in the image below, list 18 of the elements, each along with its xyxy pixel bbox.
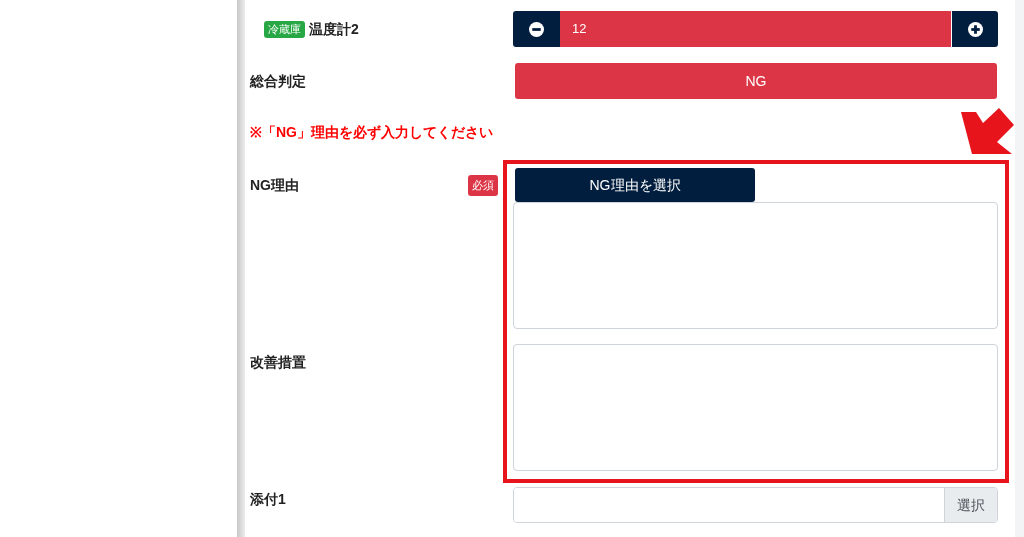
category-badge: 冷蔵庫 [264, 20, 305, 38]
text-area[interactable] [513, 202, 998, 329]
required-badge: 必須 [468, 174, 498, 196]
field-label: 温度計2 [309, 19, 359, 39]
field-label: NG理由 [250, 175, 299, 195]
value-field[interactable]: 12 [560, 11, 951, 47]
minus-circle-icon [529, 21, 544, 37]
plus-circle-icon [967, 21, 983, 37]
text-area[interactable] [513, 344, 998, 471]
field-label: 総合判定 [250, 71, 306, 91]
decrement-button[interactable] [513, 11, 560, 47]
arrow-icon [961, 107, 1015, 155]
select-button[interactable]: NG理由を選択 [515, 168, 755, 202]
result-bar: NG [515, 63, 997, 99]
field-label: 添付1 [250, 490, 286, 509]
increment-button[interactable] [951, 11, 998, 47]
warning-text: ※「NG」理由を必ず入力してください [250, 123, 494, 142]
field-label: 改善措置 [250, 353, 306, 372]
